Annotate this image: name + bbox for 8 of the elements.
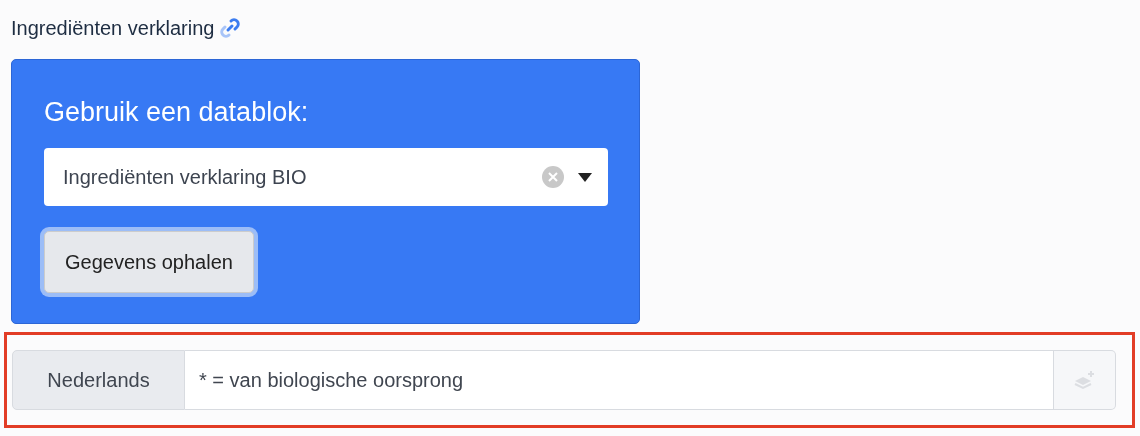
translation-input[interactable]: * = van biologische oorsprong	[185, 350, 1054, 410]
caret-icon[interactable]	[578, 172, 592, 182]
layers-plus-icon	[1073, 370, 1096, 390]
language-addon: Nederlands	[12, 350, 185, 410]
panel-heading: Gebruik een datablok:	[44, 96, 309, 129]
field-label: Ingrediënten verklaring	[11, 16, 215, 40]
link-icon[interactable]	[218, 16, 243, 40]
datablock-select[interactable]: Ingrediënten verklaring BIO	[44, 148, 608, 206]
